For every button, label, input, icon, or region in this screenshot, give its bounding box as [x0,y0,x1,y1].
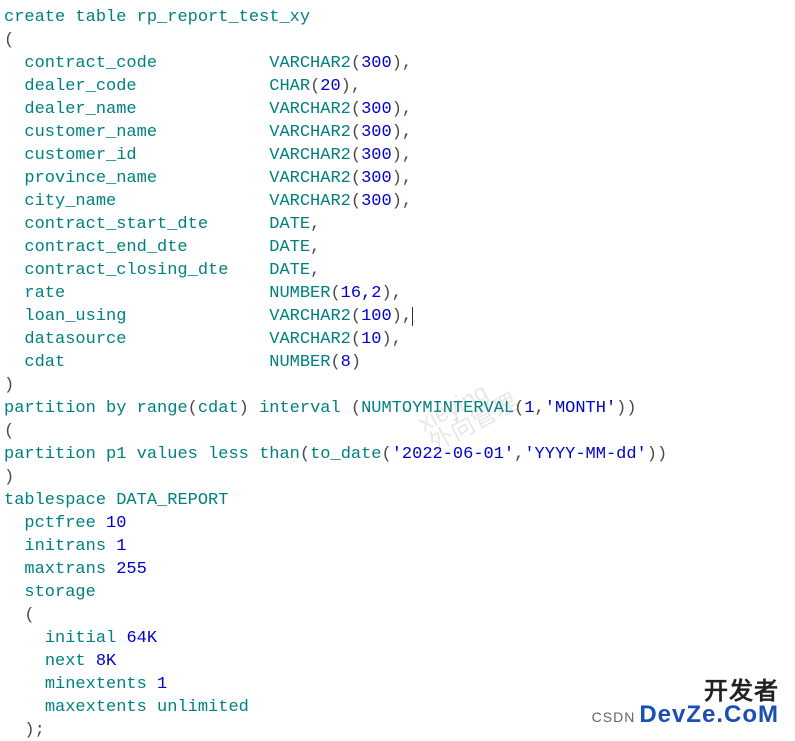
kw-partition: partition [4,399,96,418]
semicolon: ; [35,721,45,740]
col-name: loan_using [24,307,269,326]
kw-interval: interval [259,399,341,418]
to-date-arg1: '2022-06-01' [392,445,514,464]
maxtrans-val: 255 [116,560,147,579]
kw-table: table [75,8,126,27]
next-val: 8K [96,652,116,671]
kw-initial: initial [45,629,116,648]
col-name: province_name [24,169,269,188]
footer-logo: 开发者 CSDNDevZe.CoM [592,680,779,729]
logo-line2: DevZe.CoM [639,701,779,728]
kw-maxtrans: maxtrans [24,560,106,579]
close-paren: ) [4,376,14,395]
interval-arg2: 'MONTH' [545,399,616,418]
col-name: contract_closing_dte [24,261,269,280]
maxextents-val: unlimited [157,698,249,717]
minextents-val: 1 [157,675,167,694]
col-name: city_name [24,192,269,211]
col-name: contract_end_dte [24,238,269,257]
kw-minextents: minextents [45,675,147,694]
kw-storage: storage [24,583,95,602]
kw-than: than [259,445,300,464]
col-name: dealer_name [24,100,269,119]
to-date-fn: to_date [310,445,381,464]
tablespace-name: DATA_REPORT [116,491,228,510]
sql-code-block: create table rp_report_test_xy ( contrac… [0,0,795,741]
initrans-val: 1 [116,537,126,556]
col-name: customer_id [24,146,269,165]
col-name: customer_name [24,123,269,142]
logo-prefix: CSDN [592,709,636,725]
col-name: contract_code [24,54,269,73]
kw-less: less [208,445,249,464]
kw-maxextents: maxextents [45,698,147,717]
kw-initrans: initrans [24,537,106,556]
open-paren: ( [4,31,14,50]
col-name: contract_start_dte [24,215,269,234]
pctfree-val: 10 [106,514,126,533]
partition-name: p1 [106,445,126,464]
col-name: rate [24,284,269,303]
table-name: rp_report_test_xy [137,8,310,27]
interval-arg1: 1 [524,399,534,418]
columns-container: contract_code VARCHAR2(300), dealer_code… [4,54,413,372]
initial-val: 64K [126,629,157,648]
col-name: dealer_code [24,77,269,96]
to-date-arg2: 'YYYY-MM-dd' [524,445,646,464]
kw-partition2: partition [4,445,96,464]
kw-by: by [106,399,126,418]
kw-tablespace: tablespace [4,491,106,510]
kw-create: create [4,8,65,27]
kw-pctfree: pctfree [24,514,95,533]
kw-next: next [45,652,86,671]
range-col: cdat [198,399,239,418]
col-name: cdat [24,353,269,372]
col-name: datasource [24,330,269,349]
kw-range: range [137,399,188,418]
kw-values: values [137,445,198,464]
interval-fn: NUMTOYMINTERVAL [361,399,514,418]
